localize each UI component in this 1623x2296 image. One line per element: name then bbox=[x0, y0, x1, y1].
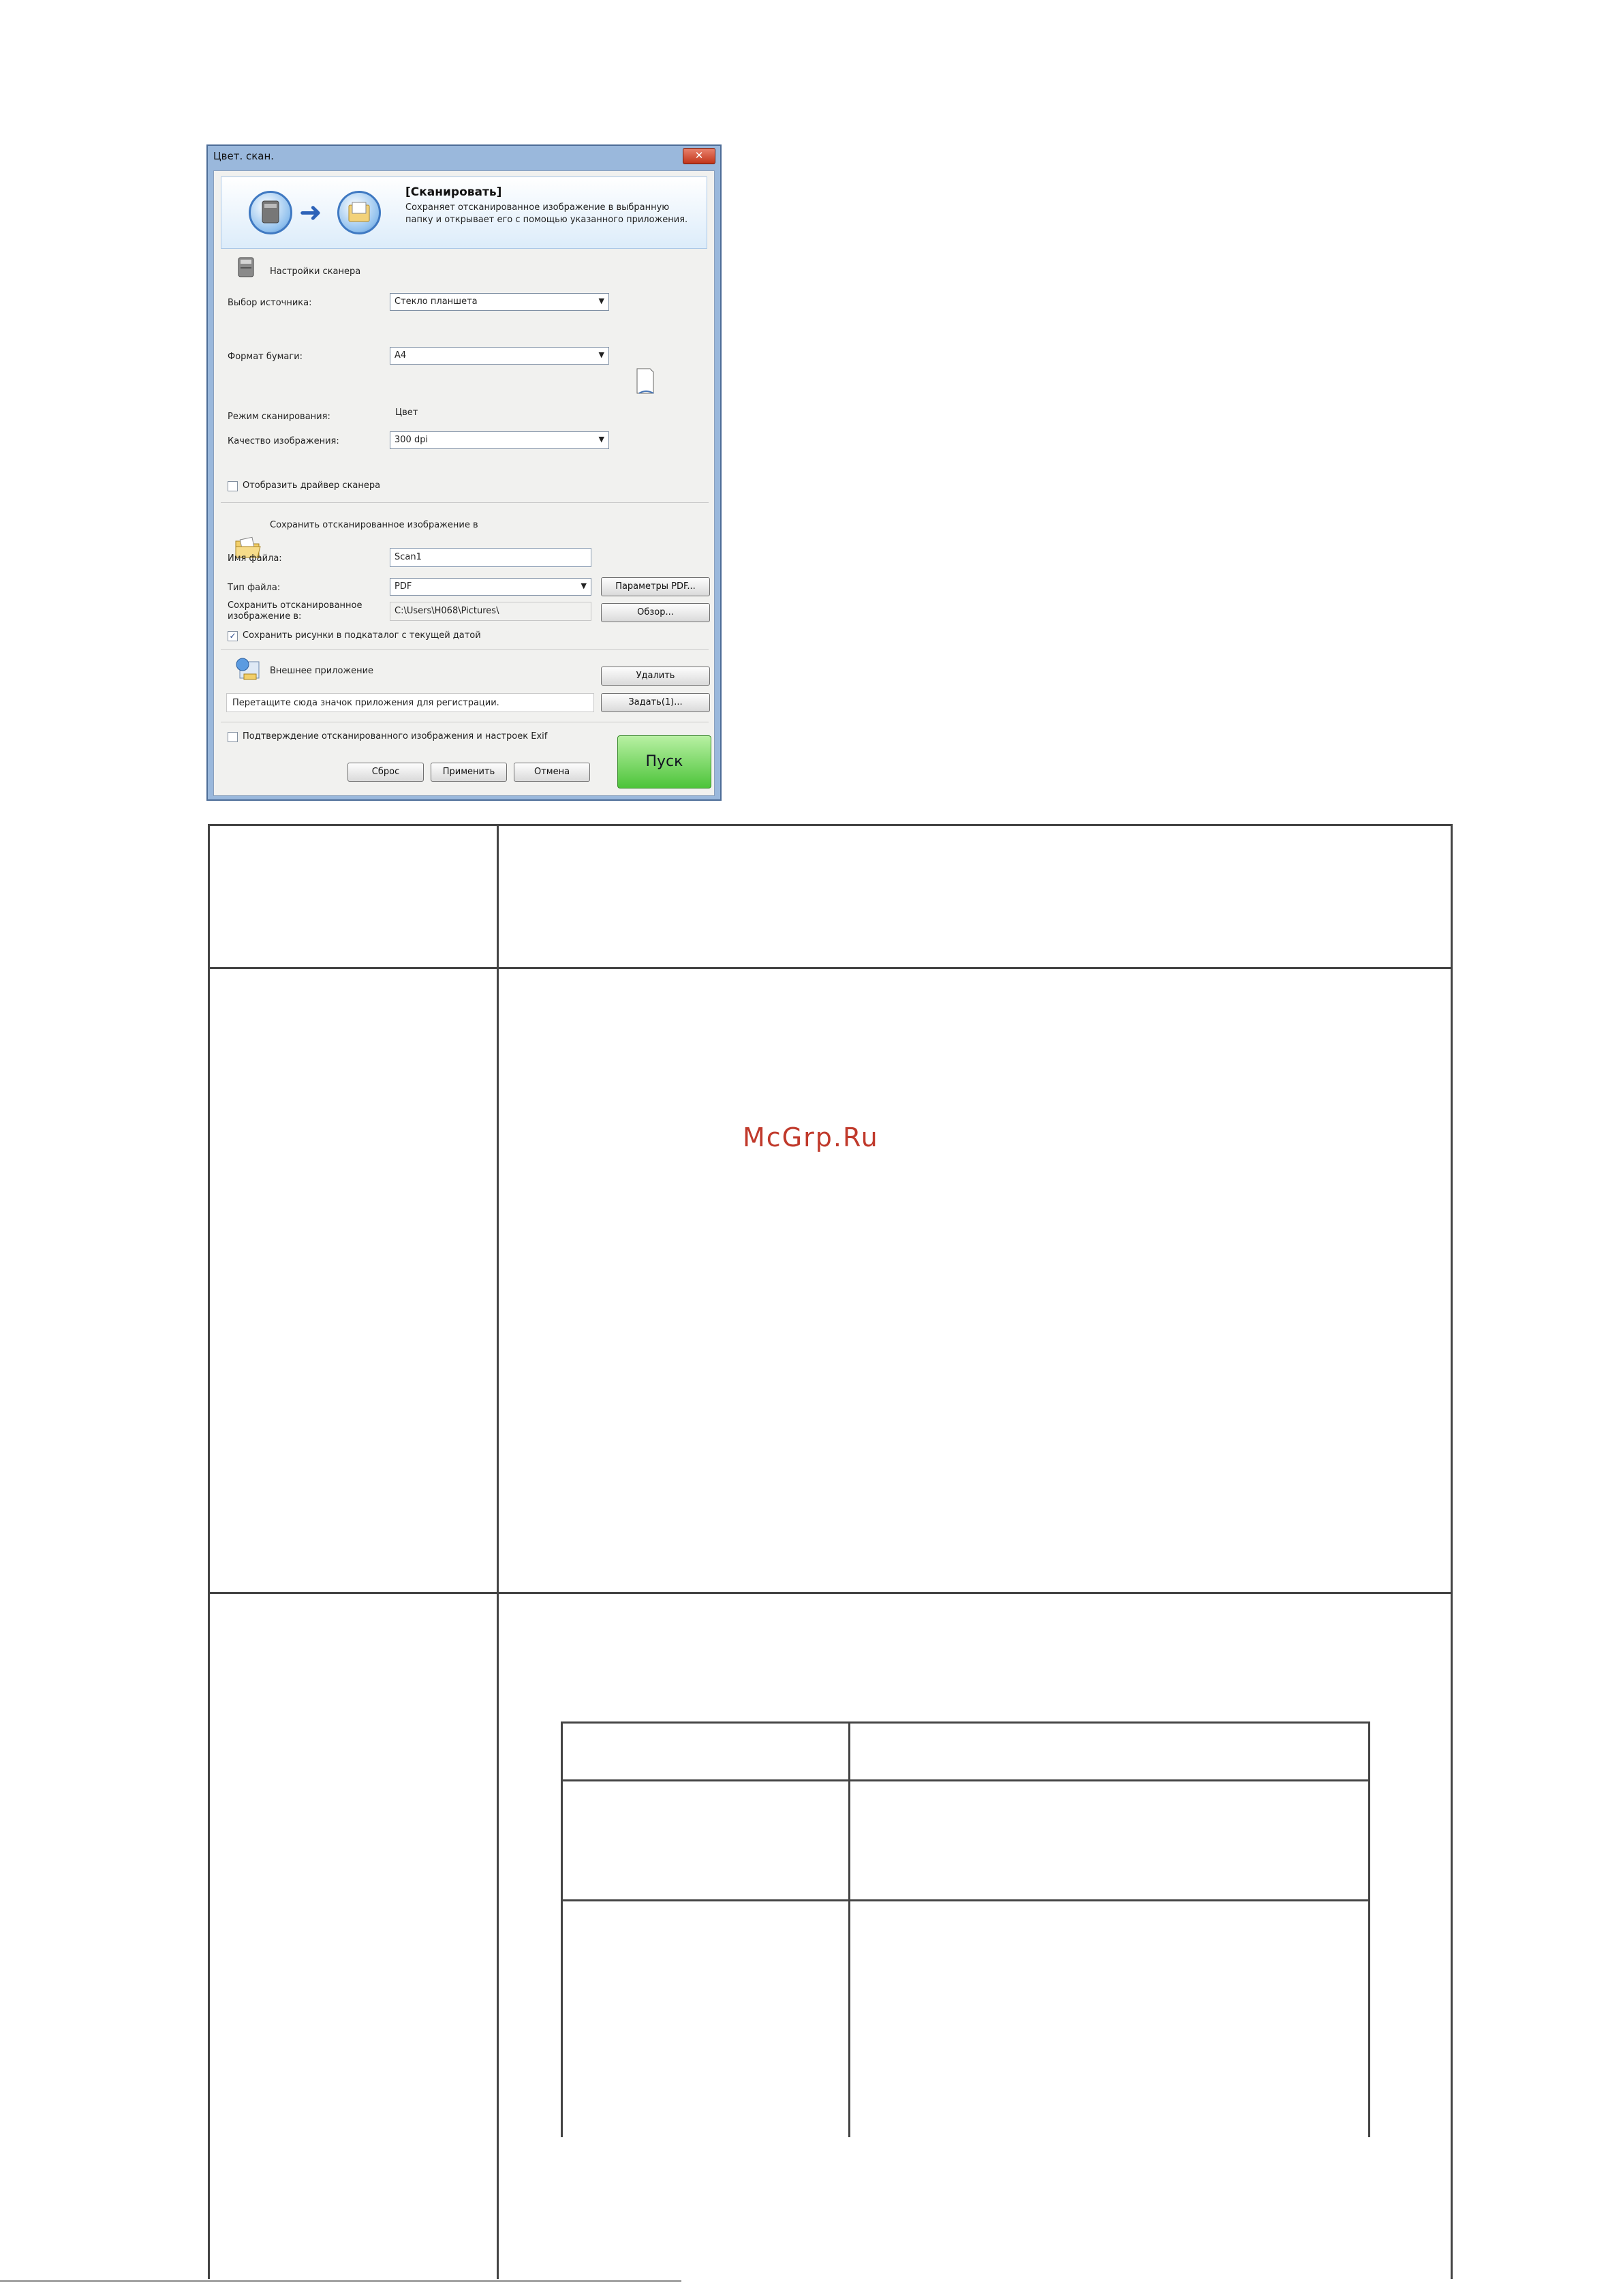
paper-icon bbox=[636, 368, 654, 394]
close-button[interactable]: ✕ bbox=[683, 148, 715, 164]
paper-size-value: A4 bbox=[395, 350, 407, 361]
nested-table-row-divider bbox=[561, 1899, 1370, 1901]
set-app-button[interactable]: Задать(1)... bbox=[601, 693, 710, 712]
source-select[interactable]: Стекло планшета ▼ bbox=[390, 293, 609, 311]
filename-label: Имя файла: bbox=[228, 553, 282, 564]
start-button[interactable]: Пуск bbox=[617, 735, 711, 789]
image-quality-label: Качество изображения: bbox=[228, 436, 339, 446]
dropdown-arrow-icon: ▼ bbox=[598, 435, 604, 444]
nested-table-border-right bbox=[1368, 1721, 1370, 2137]
watermark: McGrp.Ru bbox=[743, 1122, 879, 1152]
apply-button[interactable]: Применить bbox=[431, 763, 507, 782]
save-heading: Сохранить отсканированное изображение в bbox=[270, 520, 478, 530]
scanner-settings-heading: Настройки сканера bbox=[270, 266, 361, 277]
browse-button[interactable]: Обзор... bbox=[601, 603, 710, 622]
table-row-divider bbox=[208, 967, 1453, 969]
dropdown-arrow-icon: ▼ bbox=[598, 350, 604, 359]
scan-settings-window: Цвет. скан. ✕ ➜ [Сканировать] Сохраняет bbox=[206, 144, 722, 801]
delete-app-button[interactable]: Удалить bbox=[601, 667, 710, 686]
nested-table-column-divider bbox=[848, 1721, 850, 2137]
file-type-select[interactable]: PDF ▼ bbox=[390, 578, 591, 596]
subfolder-label: Сохранить рисунки в подкаталог с текущей… bbox=[243, 630, 481, 641]
scan-mode-label: Режим сканирования: bbox=[228, 412, 330, 422]
application-icon bbox=[236, 658, 260, 680]
show-driver-checkbox[interactable] bbox=[228, 481, 238, 491]
drag-hint: Перетащите сюда значок приложения для ре… bbox=[232, 698, 499, 708]
title-bar: Цвет. скан. ✕ bbox=[208, 146, 720, 166]
save-in-label: Сохранить отсканированное изображение в: bbox=[228, 600, 362, 622]
confirm-exif-label: Подтверждение отсканированного изображен… bbox=[243, 731, 548, 741]
scanner-icon bbox=[238, 257, 254, 277]
save-folder-value: C:\Users\H068\Pictures\ bbox=[395, 606, 499, 616]
file-type-label: Тип файла: bbox=[228, 583, 281, 593]
paper-size-label: Формат бумаги: bbox=[228, 352, 303, 362]
arrow-right-icon: ➜ bbox=[299, 197, 322, 228]
dropdown-arrow-icon: ▼ bbox=[598, 296, 604, 305]
banner-description: Сохраняет отсканированное изображение в … bbox=[405, 202, 688, 225]
cancel-button[interactable]: Отмена bbox=[514, 763, 590, 782]
banner-title: [Сканировать] bbox=[405, 185, 502, 199]
reset-button[interactable]: Сброс bbox=[347, 763, 424, 782]
nested-table-row-divider bbox=[561, 1779, 1370, 1781]
source-label: Выбор источника: bbox=[228, 298, 312, 308]
dropdown-arrow-icon: ▼ bbox=[581, 581, 587, 590]
paper-size-select[interactable]: A4 ▼ bbox=[390, 347, 609, 365]
table-border-left bbox=[208, 824, 210, 2279]
scanner-circle-icon bbox=[249, 191, 292, 234]
page-footer-rule bbox=[0, 2280, 681, 2282]
action-banner: ➜ [Сканировать] Сохраняет отсканированно… bbox=[221, 177, 707, 249]
scan-mode-value: Цвет bbox=[395, 408, 418, 418]
filename-value: Scan1 bbox=[395, 552, 422, 562]
nested-table-border-left bbox=[561, 1721, 563, 2137]
table-column-divider bbox=[497, 824, 499, 2279]
nested-table-border-top bbox=[561, 1721, 1370, 1724]
show-driver-label: Отобразить драйвер сканера bbox=[243, 480, 381, 491]
close-icon: ✕ bbox=[694, 149, 704, 162]
window-title: Цвет. скан. bbox=[213, 150, 275, 162]
file-type-value: PDF bbox=[395, 581, 412, 592]
pdf-settings-button[interactable]: Параметры PDF... bbox=[601, 577, 710, 596]
folder-circle-icon bbox=[337, 191, 381, 234]
table-border-top bbox=[208, 824, 1453, 826]
image-quality-select[interactable]: 300 dpi ▼ bbox=[390, 431, 609, 449]
subfolder-checkbox[interactable]: ✓ bbox=[228, 631, 238, 641]
source-value: Стекло планшета bbox=[395, 296, 478, 307]
table-border-right bbox=[1451, 824, 1453, 2279]
section-divider bbox=[221, 502, 709, 503]
external-app-heading: Внешнее приложение bbox=[270, 666, 374, 676]
confirm-exif-checkbox[interactable] bbox=[228, 732, 238, 742]
app-drop-zone[interactable]: Перетащите сюда значок приложения для ре… bbox=[226, 693, 594, 712]
table-row-divider bbox=[208, 1592, 1453, 1594]
save-folder-path: C:\Users\H068\Pictures\ bbox=[390, 602, 591, 621]
section-divider bbox=[221, 649, 709, 650]
dialog-body: ➜ [Сканировать] Сохраняет отсканированно… bbox=[213, 170, 715, 796]
filename-input[interactable]: Scan1 bbox=[390, 548, 591, 567]
image-quality-value: 300 dpi bbox=[395, 435, 429, 445]
